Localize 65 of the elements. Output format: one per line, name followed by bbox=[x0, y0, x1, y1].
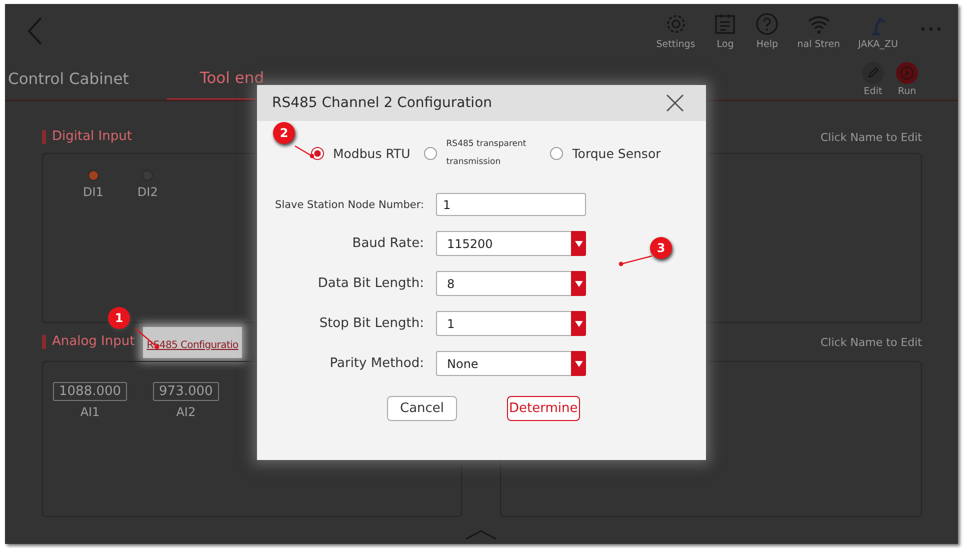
caret-icon bbox=[574, 280, 582, 286]
radio-button[interactable] bbox=[424, 146, 438, 160]
help-icon bbox=[755, 12, 780, 36]
toolbar-label: nal Stren bbox=[797, 39, 840, 50]
field-label: Slave Station Node Number: bbox=[274, 198, 424, 210]
dropdown-button[interactable] bbox=[571, 351, 586, 376]
confirm-button[interactable]: Determine bbox=[507, 396, 580, 421]
caret-icon bbox=[574, 360, 582, 366]
dropdown-value: 8 bbox=[446, 276, 455, 290]
document-icon bbox=[713, 12, 738, 36]
radio-label: Torque Sensor bbox=[572, 146, 661, 160]
radio-option[interactable]: Torque Sensor bbox=[550, 146, 661, 160]
toolbar-button[interactable]: nal Stren bbox=[797, 12, 840, 50]
field-label: Data Bit Length: bbox=[316, 276, 424, 291]
radio-option[interactable]: RS485 transparent transmission bbox=[424, 135, 536, 171]
hint-text: Click Name to Edit bbox=[820, 130, 922, 144]
toolbar-button[interactable]: Help bbox=[755, 12, 780, 50]
run-icon bbox=[896, 62, 918, 84]
dropdown[interactable]: 1 bbox=[436, 311, 586, 336]
field-label: Baud Rate: bbox=[351, 236, 424, 251]
dropdown[interactable]: None bbox=[436, 351, 586, 376]
input-name[interactable]: DI1 bbox=[83, 185, 104, 199]
dropdown[interactable]: 8 bbox=[436, 271, 586, 296]
field-label: Stop Bit Length: bbox=[318, 316, 424, 331]
toolbar-label: Log bbox=[716, 39, 734, 50]
annotation-arrow bbox=[294, 145, 314, 158]
close-icon[interactable] bbox=[666, 94, 684, 112]
radio-button[interactable] bbox=[311, 146, 324, 160]
toolbar-label: Run bbox=[898, 86, 916, 96]
section-title: Analog Input bbox=[42, 335, 135, 349]
edit-icon bbox=[862, 62, 884, 84]
toolbar-label: Help bbox=[756, 39, 778, 50]
toolbar-button[interactable]: JAKA_ZU bbox=[858, 12, 898, 50]
value-display: 973.000 bbox=[153, 382, 219, 401]
hint-text: Click Name to Edit bbox=[820, 336, 922, 348]
radio-label: Modbus RTU bbox=[333, 146, 410, 160]
dropdown[interactable]: 115200 bbox=[436, 231, 586, 256]
toolbar-button[interactable]: Log bbox=[713, 12, 738, 50]
toolbar-label: Edit bbox=[864, 86, 882, 96]
dropdown-value: 1 bbox=[446, 316, 455, 330]
toolbar-label: JAKA_ZU bbox=[858, 39, 898, 50]
input-field[interactable]: 1 bbox=[436, 193, 586, 216]
input-name[interactable]: AI2 bbox=[176, 405, 196, 419]
section-title: Digital Input bbox=[42, 130, 132, 144]
dropdown-value: None bbox=[446, 356, 478, 370]
input-name[interactable]: AI1 bbox=[80, 405, 100, 419]
caret-icon bbox=[574, 320, 582, 326]
radio-label: RS485 transparent transmission bbox=[446, 138, 528, 169]
toolbar-button[interactable]: Run bbox=[896, 62, 918, 96]
field-label: Parity Method: bbox=[328, 356, 424, 371]
dropdown-value: 115200 bbox=[446, 236, 493, 250]
dropdown-button[interactable] bbox=[571, 271, 586, 296]
value-display: 1088.000 bbox=[53, 382, 128, 401]
cancel-button[interactable]: Cancel bbox=[387, 396, 458, 421]
toolbar-button[interactable]: Edit bbox=[862, 62, 884, 96]
callout-number: 1 bbox=[108, 307, 130, 329]
caret-icon bbox=[574, 240, 582, 246]
toolbar-label: Settings bbox=[656, 39, 696, 50]
radio-button[interactable] bbox=[550, 146, 564, 160]
toolbar-button[interactable]: Settings bbox=[656, 12, 696, 50]
dropdown-button[interactable] bbox=[571, 311, 586, 336]
dropdown-button[interactable] bbox=[571, 231, 586, 256]
annotation-arrow bbox=[618, 255, 652, 266]
input-name[interactable]: DI2 bbox=[137, 185, 158, 199]
tab[interactable]: Control Cabinet bbox=[5, 58, 167, 100]
